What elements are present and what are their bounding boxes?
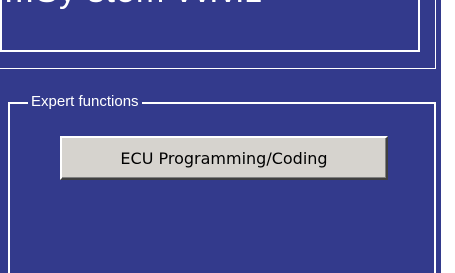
window-edge [441,0,455,273]
expert-functions-label: Expert functions [28,93,142,111]
main-panel: ...Sy stem vv.v.z Expert functions ECU P… [0,0,441,273]
expert-functions-group [8,102,436,273]
ecu-programming-coding-button[interactable]: ECU Programming/Coding [60,136,388,180]
outer-frame [0,0,436,69]
app-window: ...Sy stem vv.v.z Expert functions ECU P… [0,0,455,273]
